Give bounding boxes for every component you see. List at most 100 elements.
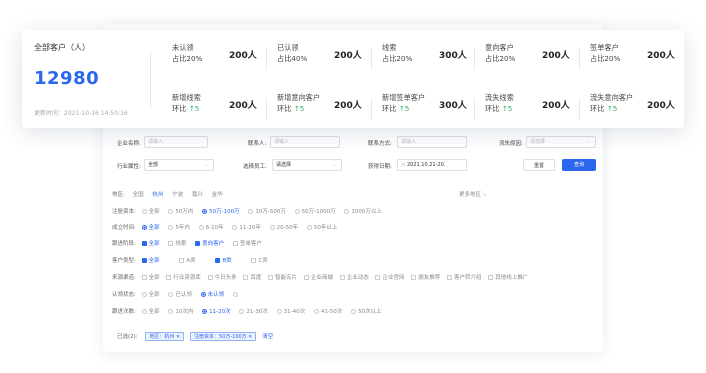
stat-name: 新增签单客户 xyxy=(382,93,426,102)
follow-option[interactable]: 21-30次 xyxy=(239,307,268,315)
reset-button[interactable]: 重置 xyxy=(523,159,555,171)
type-option[interactable]: C类 xyxy=(251,256,268,264)
stage-option[interactable]: 线索 xyxy=(168,239,186,247)
source-option[interactable]: 客户转介绍 xyxy=(447,273,482,281)
source-option[interactable]: 智能名片 xyxy=(268,273,297,281)
founded-option[interactable]: 20-50年 xyxy=(269,223,298,231)
capital-label: 注册资本: xyxy=(112,209,136,215)
capital-option[interactable]: 10万-500万 xyxy=(248,207,286,215)
stat-signed[interactable]: 签单客户 占比20% 200人 xyxy=(590,43,690,73)
selected-tag[interactable]: 地区：杭州 ✕ xyxy=(145,332,185,341)
stat-sub: 占比20% xyxy=(590,54,621,63)
founded-option[interactable]: 全部 xyxy=(141,223,160,231)
capital-option[interactable]: 50万内 xyxy=(168,207,193,215)
region-label: 地区: xyxy=(112,192,125,198)
type-option[interactable]: A类 xyxy=(179,256,196,264)
phone-label: 联系方式: xyxy=(368,141,392,147)
claim-option[interactable]: 未认领 xyxy=(200,290,224,298)
source-option[interactable]: 企业商城 xyxy=(303,273,333,281)
stat-unclaimed[interactable]: 未认领 占比20% 200人 xyxy=(172,43,272,73)
total-value: 12980 xyxy=(34,68,100,89)
update-time: 更新时间：2021-10-16 14:50:16 xyxy=(34,110,128,117)
stat-sub: 环比 ↑5 xyxy=(590,104,618,113)
chevron-down-icon: ⌵ xyxy=(587,139,591,145)
source-option[interactable]: 百度 xyxy=(243,273,261,281)
source-option[interactable]: 今日头条 xyxy=(207,273,237,281)
company-input[interactable]: 请输入 xyxy=(144,136,208,148)
region-option-ningbo[interactable]: 宁波 xyxy=(172,190,183,198)
stat-name: 未认领 xyxy=(172,43,194,52)
source-option[interactable]: 朋友推荐 xyxy=(411,273,440,281)
stage-option[interactable]: 意向客户 xyxy=(195,239,224,247)
phone-input[interactable]: 请输入 xyxy=(397,136,467,148)
stat-lost-leads[interactable]: 流失线索 环比 ↑5 200人 xyxy=(485,93,585,123)
stat-value: 300人 xyxy=(439,51,467,61)
source-option[interactable]: 全部 xyxy=(141,273,160,281)
founded-option[interactable]: 50年以上 xyxy=(306,223,337,231)
stat-new-leads[interactable]: 新增线索 环比 ↑5 200人 xyxy=(172,93,272,123)
region-option-hangzhou[interactable]: 杭州 xyxy=(152,190,163,198)
query-button[interactable]: 查询 xyxy=(562,159,596,171)
region-option-all[interactable]: 全国 xyxy=(133,190,144,198)
capital-option[interactable]: 全部 xyxy=(141,207,160,215)
follow-option[interactable]: 31-40次 xyxy=(276,307,305,315)
industry-label: 行业属性: xyxy=(117,164,141,170)
close-icon[interactable]: ✕ xyxy=(248,334,252,340)
claim-option-blank[interactable] xyxy=(232,292,240,298)
follow-option[interactable]: 50次以上 xyxy=(351,307,382,315)
follow-option[interactable]: 41-50次 xyxy=(313,307,342,315)
type-option[interactable]: B类 xyxy=(215,256,232,264)
capital-option[interactable]: 50万-100万 xyxy=(202,207,240,215)
claim-option[interactable]: 全部 xyxy=(141,290,160,298)
stage-label: 跟进阶段: xyxy=(112,241,136,247)
stat-claimed[interactable]: 已认领 占比40% 200人 xyxy=(277,43,377,73)
capital-option[interactable]: 1000万以上 xyxy=(344,207,382,215)
region-row: 地区: 全国 杭州 宁波 嘉兴 金华 xyxy=(112,190,230,198)
region-option-jiaxing[interactable]: 嘉兴 xyxy=(192,190,203,198)
contact-label: 联系人: xyxy=(248,141,267,147)
capital-row: 注册资本: 全部 50万内 50万-100万 10万-500万 50万-1000… xyxy=(112,207,389,215)
stat-value: 200人 xyxy=(229,51,257,61)
loss-reason-select[interactable]: 请选择 ⌵ xyxy=(526,136,596,148)
stat-name: 流失意向客户 xyxy=(590,93,634,102)
stat-lost-intent[interactable]: 流失意向客户 环比 ↑5 200人 xyxy=(590,93,690,123)
contact-input[interactable]: 请输入 xyxy=(270,136,340,148)
divider xyxy=(474,48,475,70)
more-regions-link[interactable]: 更多地区 ⌵ xyxy=(459,190,487,199)
stat-new-signed[interactable]: 新增签单客户 环比 ↑5 300人 xyxy=(382,93,482,123)
loss-reason-label: 流失原因: xyxy=(499,141,523,147)
close-icon[interactable]: ✕ xyxy=(176,334,180,340)
type-option[interactable]: 全部 xyxy=(141,256,160,264)
follow-option[interactable]: 11-20次 xyxy=(202,307,231,315)
stat-leads[interactable]: 线索 占比20% 300人 xyxy=(382,43,482,73)
source-option[interactable]: 企业官网 xyxy=(375,273,404,281)
stat-name: 新增线索 xyxy=(172,93,201,102)
founded-option[interactable]: 5年内 xyxy=(168,223,190,231)
source-option[interactable]: 企业动态 xyxy=(339,273,369,281)
follow-option[interactable]: 10次内 xyxy=(168,307,193,315)
type-row: 客户类型: 全部 A类 B类 C类 xyxy=(112,256,275,264)
selected-tag[interactable]: 注册资本：50万-100万 ✕ xyxy=(189,332,257,341)
founded-option[interactable]: 6-10年 xyxy=(198,223,224,231)
stat-new-intent[interactable]: 新增意向客户 环比 ↑5 200人 xyxy=(277,93,377,123)
source-label: 来源渠道: xyxy=(112,275,136,281)
staff-select[interactable]: 请选择 ⌵ xyxy=(272,159,342,171)
stat-intent[interactable]: 意向客户 占比20% 200人 xyxy=(485,43,585,73)
clear-link[interactable]: 清空 xyxy=(262,334,273,340)
claim-option[interactable]: 已认领 xyxy=(168,290,192,298)
region-option-jinhua[interactable]: 金华 xyxy=(212,190,223,198)
date-range-input[interactable]: ◷ 2021.10.21-20. xyxy=(397,159,467,171)
follow-option[interactable]: 全部 xyxy=(141,307,160,315)
industry-select[interactable]: 全部 ⌵ xyxy=(144,159,214,171)
stat-sub: 环比 ↑5 xyxy=(485,104,513,113)
stage-option[interactable]: 全部 xyxy=(141,239,160,247)
founded-option[interactable]: 11-20年 xyxy=(232,223,261,231)
stat-sub: 环比 ↑5 xyxy=(277,104,305,113)
source-option[interactable]: 其他线上推广 xyxy=(488,273,528,281)
stat-sub: 环比 ↑5 xyxy=(382,104,410,113)
capital-option[interactable]: 50万-1000万 xyxy=(294,207,336,215)
stage-option[interactable]: 签单客户 xyxy=(232,239,262,247)
source-option[interactable]: 行业资源库 xyxy=(166,273,201,281)
date-label: 获得日期: xyxy=(368,164,392,170)
chevron-down-icon: ⌵ xyxy=(333,162,337,168)
